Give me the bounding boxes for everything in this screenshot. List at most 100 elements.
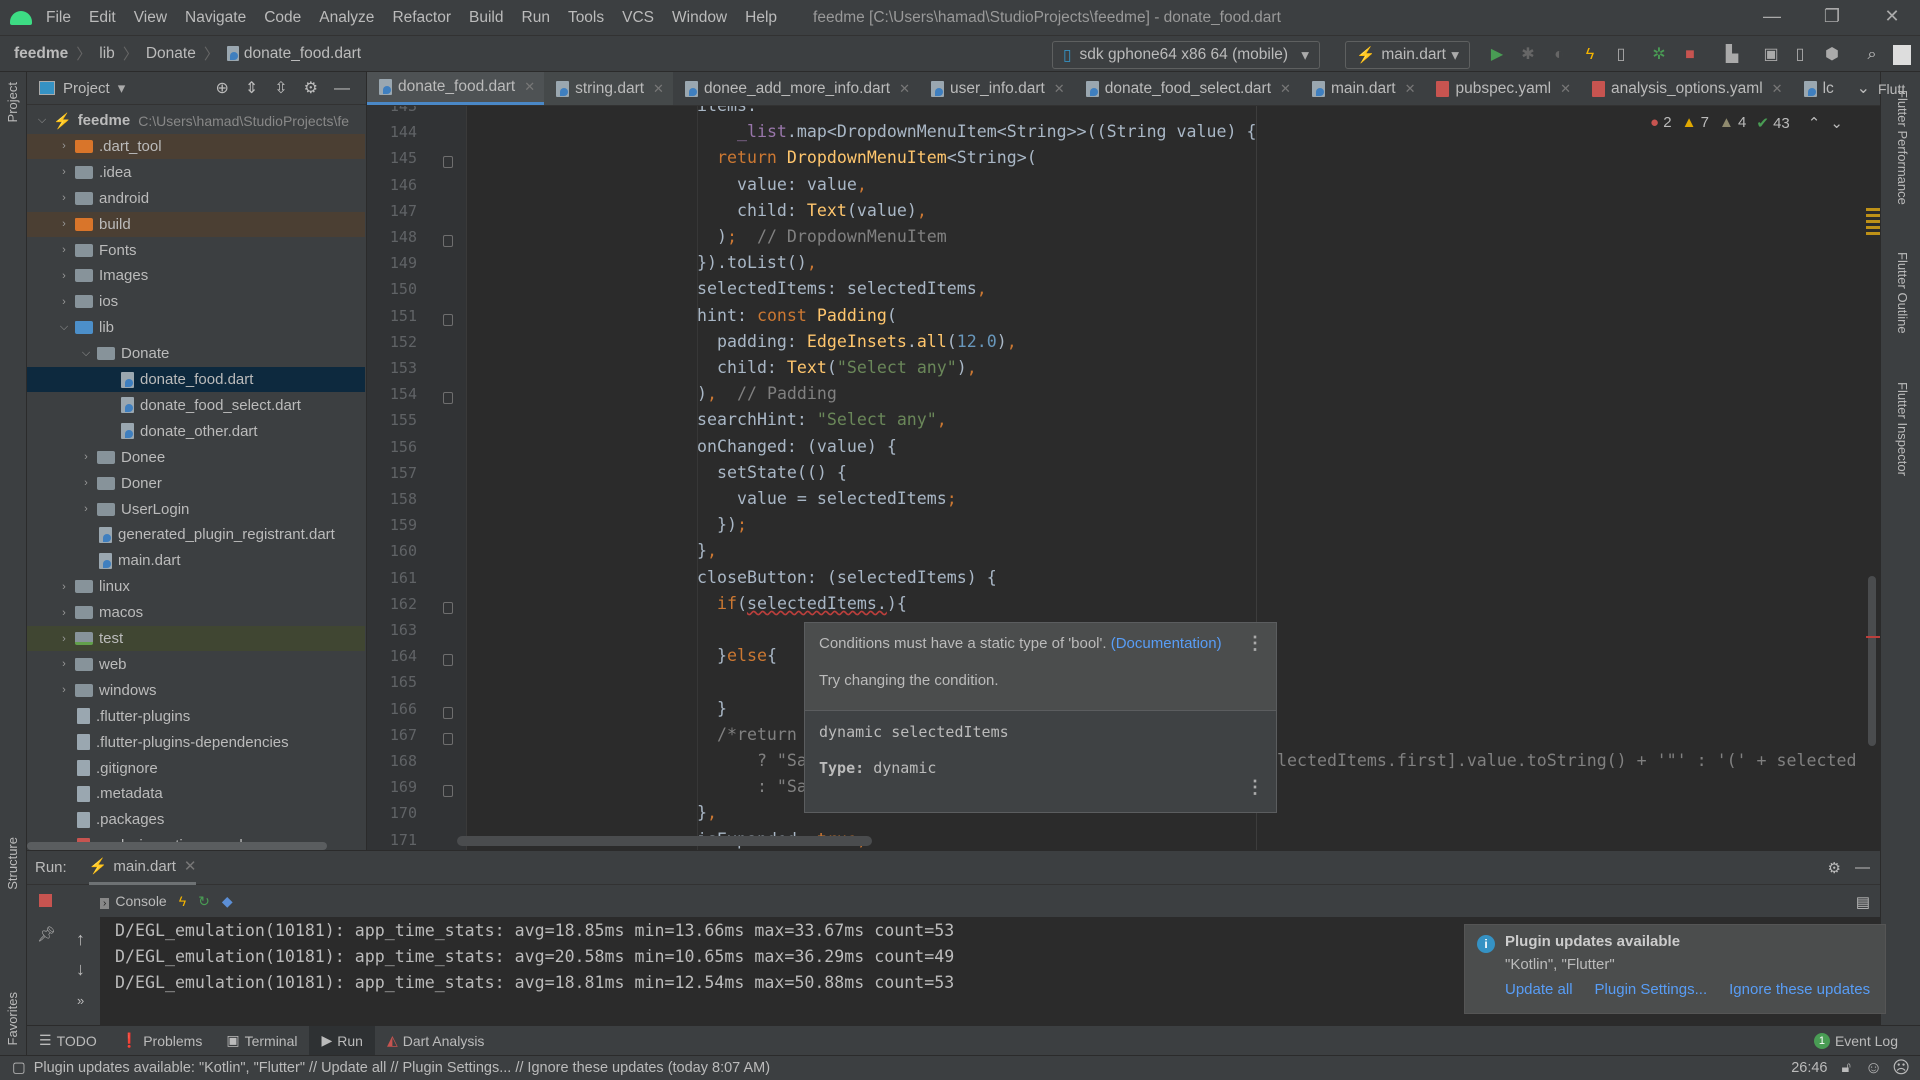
warning-stripe-marker[interactable] — [1866, 208, 1880, 238]
fold-marker-icon[interactable] — [443, 706, 453, 719]
stop-icon[interactable] — [39, 894, 52, 907]
close-tab-icon[interactable]: ✕ — [899, 81, 910, 97]
tree-item[interactable]: › build — [27, 211, 365, 237]
documentation-link[interactable]: (Documentation) — [1111, 635, 1222, 652]
menu-navigate[interactable]: Navigate — [185, 9, 246, 27]
minimize-icon[interactable]: — — [1752, 6, 1792, 27]
close-window-icon[interactable]: ✕ — [1872, 6, 1912, 27]
hot-reload-icon[interactable]: ϟ — [179, 893, 186, 909]
caret-position[interactable]: 26:46 — [1791, 1060, 1827, 1076]
profile-icon[interactable]: ◐ — [1549, 45, 1569, 65]
tree-item[interactable]: › android — [27, 186, 365, 211]
run-tab-main[interactable]: ⚡ main.dart ✕ — [88, 851, 197, 885]
editor-tab[interactable]: string.dart ✕ — [544, 72, 673, 105]
flutter-performance-tool-button[interactable]: Flutter Performance — [1895, 90, 1910, 205]
chevron-right-icon[interactable]: › — [57, 140, 71, 152]
plugin-settings-link[interactable]: Plugin Settings... — [1595, 981, 1708, 998]
tree-item[interactable]: .flutter-plugins-dependencies — [27, 730, 365, 755]
tool-window-toggle-icon[interactable]: ▢ — [12, 1060, 26, 1076]
tree-item[interactable]: › windows — [27, 678, 365, 703]
warning-count[interactable]: ▲ 7 — [1682, 114, 1709, 132]
close-tab-icon[interactable]: ✕ — [1772, 81, 1783, 97]
error-stripe-marker[interactable] — [1866, 636, 1880, 638]
editor-vertical-scrollbar[interactable] — [1868, 576, 1876, 746]
project-tool-button[interactable]: Project — [5, 82, 20, 122]
fold-marker-icon[interactable] — [443, 156, 453, 169]
gear-icon[interactable]: ⚙ — [1828, 859, 1841, 877]
chevron-right-icon[interactable]: › — [57, 581, 71, 593]
chevron-right-icon[interactable]: › — [57, 607, 71, 619]
devtools-icon[interactable]: ◆ — [222, 893, 233, 910]
chevron-down-icon[interactable]: ⌵ — [57, 321, 71, 334]
next-highlight-icon[interactable]: ⌄ — [1830, 114, 1843, 132]
editor-tab[interactable]: donate_food_select.dart ✕ — [1074, 72, 1300, 105]
menu-refactor[interactable]: Refactor — [392, 9, 451, 27]
chevron-right-icon[interactable]: › — [79, 477, 93, 489]
run-config-selector[interactable]: ⚡ main.dart ▾ — [1345, 41, 1470, 69]
dart-analysis-tab[interactable]: ◭ Dart Analysis — [375, 1026, 496, 1056]
device-manager-icon[interactable]: ▯ — [1790, 45, 1810, 65]
event-log-tab[interactable]: 1 Event Log — [1802, 1026, 1910, 1056]
restore-icon[interactable]: ❐ — [1812, 6, 1852, 27]
structure-tool-button[interactable]: Structure — [5, 837, 20, 890]
horizontal-scrollbar[interactable] — [27, 842, 327, 850]
tree-item[interactable]: .gitignore — [27, 756, 365, 781]
previous-highlight-icon[interactable]: ⌃ — [1808, 114, 1821, 132]
status-message[interactable]: Plugin updates available: "Kotlin", "Flu… — [34, 1060, 770, 1076]
error-count[interactable]: ● 2 — [1650, 114, 1672, 132]
tree-item[interactable]: › .idea — [27, 160, 365, 185]
chevron-right-icon[interactable]: › — [57, 296, 71, 308]
avatar[interactable] — [1893, 45, 1911, 65]
avd-manager-icon[interactable]: ▣ — [1761, 45, 1781, 65]
menu-build[interactable]: Build — [469, 9, 503, 27]
tree-item[interactable]: › Images — [27, 263, 365, 288]
fold-marker-icon[interactable] — [443, 313, 453, 326]
menu-help[interactable]: Help — [745, 9, 777, 27]
chevron-down-icon[interactable]: ⌵ — [35, 114, 49, 127]
chevron-right-icon[interactable]: › — [79, 451, 93, 463]
menu-view[interactable]: View — [134, 9, 167, 27]
breadcrumb-feedme[interactable]: feedme — [14, 45, 68, 63]
fold-marker-icon[interactable] — [443, 654, 453, 667]
tree-item[interactable]: › Fonts — [27, 238, 365, 263]
chevron-right-icon[interactable]: › — [57, 244, 71, 256]
sdk-manager-icon[interactable]: ⬢ — [1822, 45, 1842, 65]
frown-icon[interactable]: ☹ — [1892, 1058, 1910, 1078]
close-tab-icon[interactable]: ✕ — [1405, 81, 1416, 97]
menu-run[interactable]: Run — [522, 9, 550, 27]
tree-item[interactable]: .flutter-plugins — [27, 704, 365, 729]
tree-item[interactable]: › linux — [27, 574, 365, 599]
fold-marker-icon[interactable] — [443, 732, 453, 745]
typo-count[interactable]: ✔ 43 — [1756, 114, 1789, 132]
hide-icon[interactable]: — — [1855, 859, 1870, 876]
chevron-right-icon[interactable]: › — [57, 658, 71, 670]
tree-item[interactable]: › UserLogin — [27, 497, 365, 522]
fold-marker-icon[interactable] — [443, 601, 453, 614]
editor-tab[interactable]: analysis_options.yaml ✕ — [1580, 72, 1792, 105]
search-icon[interactable]: ⌕ — [1862, 45, 1882, 65]
device-mirror-icon[interactable]: ▯ — [1611, 45, 1631, 65]
expand-all-icon[interactable]: ⇕ — [245, 80, 274, 97]
more-actions-icon[interactable]: ⋮ — [1246, 777, 1264, 798]
hot-restart-icon[interactable]: ↻ — [198, 893, 210, 910]
breadcrumb-file[interactable]: donate_food.dart — [244, 45, 361, 63]
locate-icon[interactable]: ⊕ — [215, 80, 244, 97]
chevron-right-icon[interactable]: › — [57, 192, 71, 204]
tree-item[interactable]: donate_food_select.dart — [27, 393, 365, 418]
project-view-selector[interactable]: Project — [63, 80, 110, 97]
tree-item[interactable]: ⌵ ⚡ feedme C:\Users\hamad\StudioProjects\fe — [27, 108, 365, 133]
problems-tab[interactable]: ❗ Problems — [109, 1026, 215, 1056]
chevron-right-icon[interactable]: › — [57, 166, 71, 178]
close-tab-icon[interactable]: ✕ — [653, 81, 664, 97]
favorites-tool-button[interactable]: Favorites — [5, 992, 20, 1045]
flutter-inspector-tool-button[interactable]: Flutter Inspector — [1895, 382, 1910, 476]
tree-item[interactable]: › ios — [27, 289, 365, 314]
breadcrumb-donate[interactable]: Donate — [146, 45, 196, 63]
fold-marker-icon[interactable] — [443, 235, 453, 247]
close-tab-icon[interactable]: ✕ — [184, 857, 197, 875]
project-structure-icon[interactable]: ▙ — [1722, 45, 1742, 65]
tree-item[interactable]: generated_plugin_registrant.dart — [27, 522, 365, 547]
editor-tab[interactable]: donate_food.dart ✕ — [367, 72, 545, 105]
gear-icon[interactable]: ⚙ — [304, 80, 334, 97]
menu-code[interactable]: Code — [264, 9, 301, 27]
